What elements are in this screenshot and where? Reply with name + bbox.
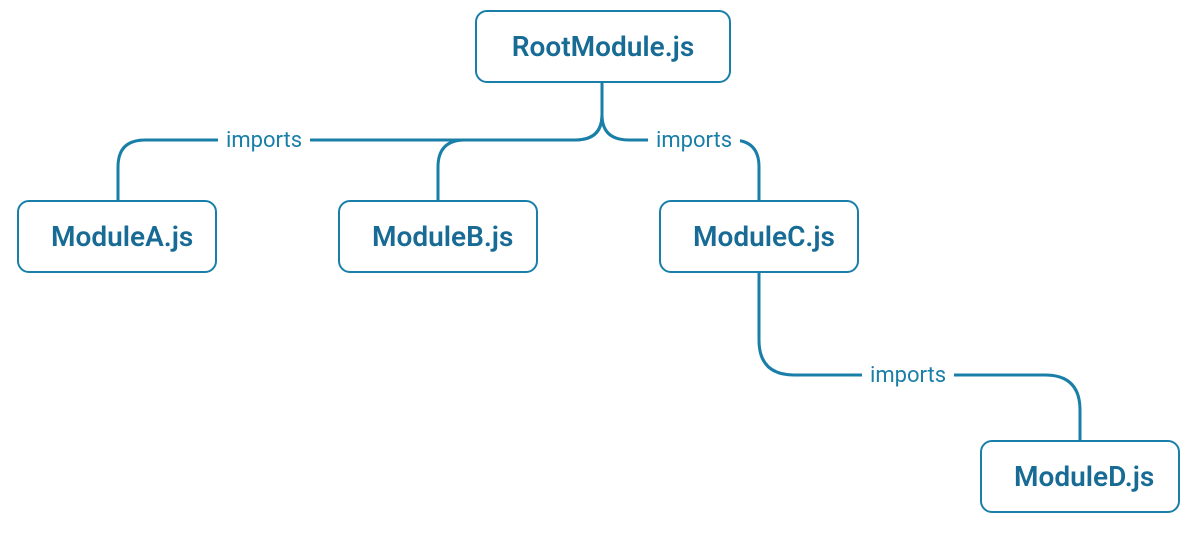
edge-c-d (759, 273, 1080, 440)
edge-label-imports-left: imports (218, 126, 310, 155)
node-root-label: RootModule.js (512, 30, 694, 63)
edge-root-a (118, 115, 602, 200)
node-module-c: ModuleC.js (659, 200, 859, 273)
edge-label-imports-cd: imports (862, 361, 954, 390)
node-c-label: ModuleC.js (693, 220, 835, 253)
edge-label-imports-right: imports (648, 126, 740, 155)
node-root-module: RootModule.js (475, 10, 731, 83)
node-a-label: ModuleA.js (51, 220, 193, 253)
edge-root-b (438, 115, 602, 200)
node-module-a: ModuleA.js (17, 200, 217, 273)
node-module-d: ModuleD.js (980, 440, 1180, 513)
node-b-label: ModuleB.js (372, 220, 513, 253)
node-module-b: ModuleB.js (338, 200, 538, 273)
node-d-label: ModuleD.js (1014, 460, 1154, 493)
